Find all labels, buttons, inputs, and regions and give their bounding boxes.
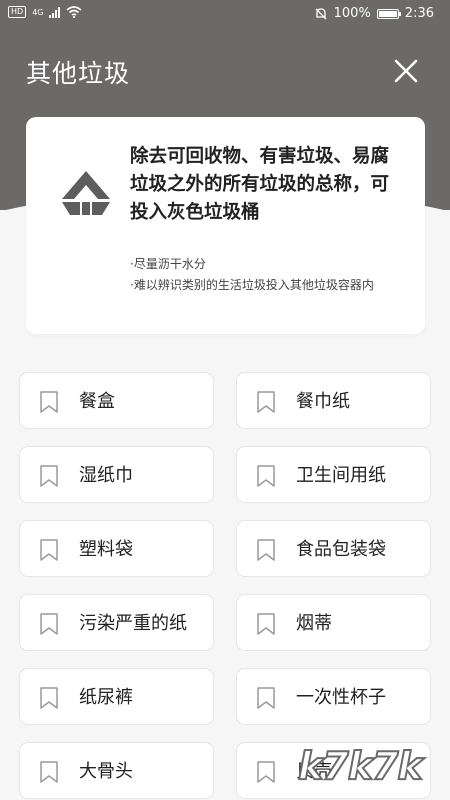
category-tips: ·尽量沥干水分 ·难以辨识类别的生活垃圾投入其他垃圾容器内: [130, 255, 410, 297]
category-description: 除去可回收物、有害垃圾、易腐垃圾之外的所有垃圾的总称，可投入灰色垃圾桶: [130, 146, 390, 223]
status-bar: HD 4G 100% 2:36: [0, 0, 450, 30]
bookmark-icon: [257, 687, 275, 709]
item-label: 湿纸巾: [79, 465, 133, 486]
item-card[interactable]: 食品包装袋: [236, 520, 431, 577]
residual-waste-icon: [62, 171, 110, 215]
hd-badge: HD: [8, 6, 27, 18]
item-card[interactable]: 一次性杯子: [236, 668, 431, 725]
item-label: 烟蒂: [296, 613, 332, 634]
item-label: 污染严重的纸: [79, 613, 187, 634]
bookmark-icon: [40, 391, 58, 413]
bookmark-icon: [257, 391, 275, 413]
tip-drain-water: ·尽量沥干水分: [130, 257, 206, 271]
item-card[interactable]: 餐巾纸: [236, 372, 431, 429]
item-label: 食品包装袋: [296, 539, 386, 560]
bookmark-icon: [257, 613, 275, 635]
item-card[interactable]: 塑料袋: [19, 520, 214, 577]
item-card[interactable]: 大骨头: [19, 742, 214, 799]
status-right: 100% 2:36: [314, 6, 434, 21]
wifi-icon: [66, 6, 83, 18]
network-type: 4G: [32, 7, 44, 17]
item-label: 餐巾纸: [296, 391, 350, 412]
bookmark-icon: [40, 465, 58, 487]
bookmark-icon: [40, 687, 58, 709]
mute-icon: [315, 7, 327, 19]
status-left: HD 4G: [8, 6, 83, 18]
item-card[interactable]: 卫生间用纸: [236, 446, 431, 503]
item-card[interactable]: 纸尿裤: [19, 668, 214, 725]
item-label: 纸尿裤: [79, 687, 133, 708]
signal-icon: [49, 6, 61, 18]
battery-fill: [378, 10, 397, 17]
tip-unidentifiable: ·难以辨识类别的生活垃圾投入其他垃圾容器内: [130, 278, 374, 292]
bookmark-icon: [40, 613, 58, 635]
watermark-logo: k7k7k: [297, 743, 424, 789]
item-card[interactable]: 餐盒: [19, 372, 214, 429]
item-label: 塑料袋: [79, 539, 133, 560]
item-label: 卫生间用纸: [296, 465, 386, 486]
item-label: 大骨头: [79, 761, 133, 782]
item-label: 餐盒: [79, 391, 115, 412]
bookmark-icon: [40, 539, 58, 561]
item-label: 一次性杯子: [296, 687, 386, 708]
item-card[interactable]: 湿纸巾: [19, 446, 214, 503]
clock: 2:36: [404, 6, 434, 21]
bookmark-icon: [257, 465, 275, 487]
battery-percent: 100%: [333, 6, 371, 21]
category-info-card: 除去可回收物、有害垃圾、易腐垃圾之外的所有垃圾的总称，可投入灰色垃圾桶 ·尽量沥…: [26, 117, 425, 334]
battery-icon: [376, 8, 401, 19]
item-card[interactable]: 污染严重的纸: [19, 594, 214, 651]
close-icon[interactable]: [392, 57, 420, 85]
item-card[interactable]: 烟蒂: [236, 594, 431, 651]
page-title: 其他垃圾: [26, 59, 131, 88]
bookmark-icon: [40, 761, 58, 783]
bookmark-icon: [257, 761, 275, 783]
bookmark-icon: [257, 539, 275, 561]
